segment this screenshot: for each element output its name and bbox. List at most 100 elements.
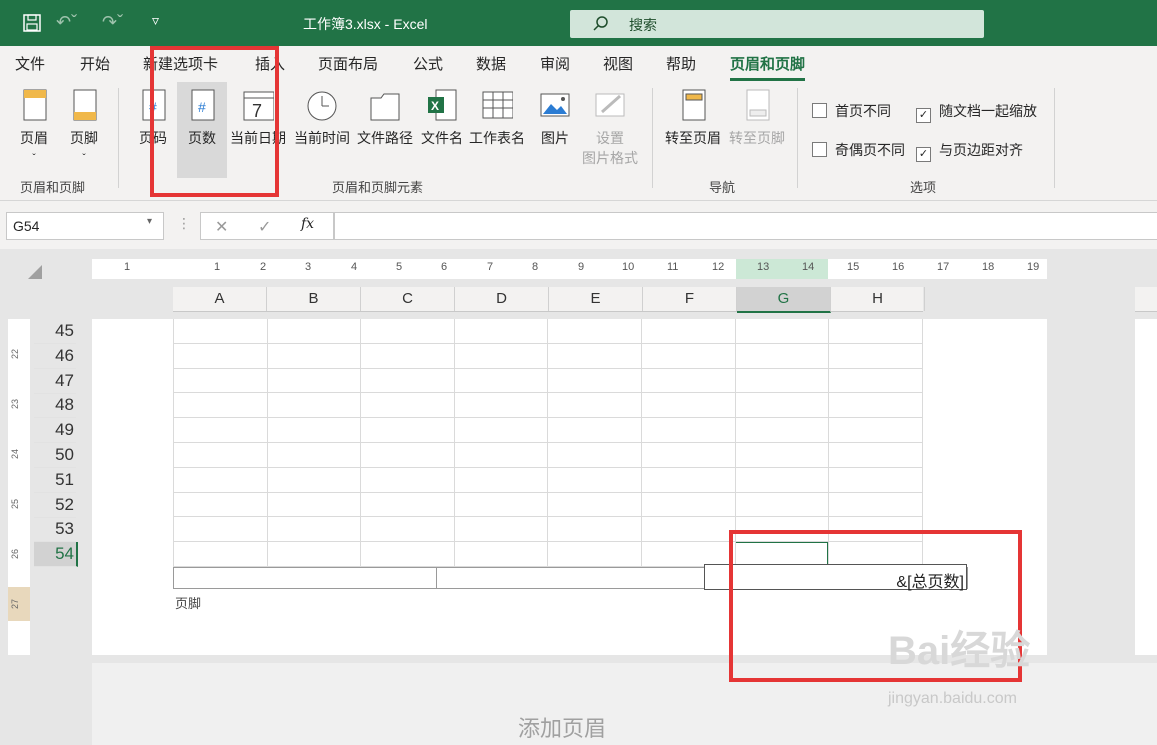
ruler-tick-label: 12 (712, 261, 725, 273)
ruler-tick-label: 10 (622, 261, 635, 273)
tab-data[interactable]: 数据 (476, 53, 506, 74)
group-label-elements: 页眉和页脚元素 (332, 180, 424, 195)
horizontal-ruler: 1 1 2 3 4 5 6 7 8 9 10 11 12 13 14 15 16 17 18 19 (92, 259, 1047, 279)
ruler-tick-label: 15 (847, 261, 860, 273)
picture-label: 图片 (541, 130, 569, 146)
tab-page-layout[interactable]: 页面布局 (318, 53, 378, 74)
sheet-name-button[interactable]: 工作表名 (467, 88, 527, 148)
header-button[interactable]: 页眉 ˇ (14, 88, 54, 164)
tab-file[interactable]: 文件 (15, 53, 45, 74)
vruler-ticks: 22 23 24 25 26 27 (8, 319, 30, 655)
redo-icon[interactable]: ↷ˇ (102, 12, 123, 33)
ruler-tick-label: 14 (802, 261, 815, 273)
column-header-h[interactable]: H (831, 287, 925, 311)
ruler-tick-label: 17 (937, 261, 950, 273)
checkbox[interactable] (812, 103, 827, 118)
file-name-label: 文件名 (421, 130, 463, 146)
goto-header-icon (682, 89, 706, 121)
option-label: 随文档一起缩放 (939, 103, 1037, 119)
row-header-54[interactable]: 54 (34, 542, 78, 568)
row-header-46[interactable]: 46 (34, 344, 76, 369)
picture-icon (540, 93, 570, 117)
customize-toolbar-icon[interactable]: ▿ (152, 12, 159, 29)
folder-icon (370, 93, 400, 121)
ruler-ticks: 1 1 2 3 4 5 6 7 8 9 10 11 12 13 14 15 16 17 18 19 (92, 259, 1047, 279)
tab-help[interactable]: 帮助 (666, 53, 696, 74)
file-path-button[interactable]: 文件路径 (355, 88, 415, 148)
row-header-52[interactable]: 52 (34, 493, 76, 518)
tab-review[interactable]: 审阅 (540, 53, 570, 74)
format-picture-button[interactable]: 设置 图片格式 (580, 88, 640, 168)
checkbox-checked[interactable]: ✓ (916, 147, 931, 162)
goto-header-label: 转至页眉 (665, 130, 721, 146)
option-scale-with-document[interactable]: ✓ 随文档一起缩放 (916, 101, 1037, 123)
file-name-button[interactable]: X 文件名 (419, 88, 465, 148)
formula-input[interactable] (334, 212, 1157, 240)
row-header-49[interactable]: 49 (34, 418, 76, 444)
checkbox-checked[interactable]: ✓ (916, 108, 931, 123)
vruler-tick-label: 27 (10, 598, 21, 610)
grid-line (173, 319, 174, 567)
column-headers: ABCDEFGH (173, 287, 925, 313)
option-different-odd-even[interactable]: 奇偶页不同 (812, 140, 905, 160)
vertical-ruler: 22 23 24 25 26 27 (8, 319, 30, 655)
ruler-tick-label: 2 (260, 261, 267, 273)
search-box[interactable]: 搜索 (570, 10, 984, 38)
group-label-navigation: 导航 (709, 180, 736, 195)
column-header-g[interactable]: G (737, 287, 831, 313)
sheet-name-label: 工作表名 (469, 130, 525, 146)
footer-label: 页脚 (175, 596, 202, 611)
file-path-label: 文件路径 (357, 130, 413, 146)
goto-header-button[interactable]: 转至页眉 (662, 88, 724, 148)
header-icon (23, 89, 47, 121)
goto-footer-button[interactable]: 转至页脚 (726, 88, 788, 148)
footer-divider (436, 568, 437, 588)
formula-bar: G54 ▾ ⋮ ✕ ✓ fx (0, 201, 1157, 249)
current-time-button[interactable]: 当前时间 (292, 88, 352, 148)
undo-icon[interactable]: ↶ˇ (56, 12, 77, 33)
chevron-down-icon[interactable]: ▾ (147, 216, 152, 227)
option-different-first-page[interactable]: 首页不同 (812, 101, 891, 121)
footer-button[interactable]: 页脚 ˇ (64, 88, 104, 164)
option-align-with-margins[interactable]: ✓ 与页边距对齐 (916, 140, 1023, 162)
row-header-45[interactable]: 45 (34, 319, 76, 344)
insert-function-icon[interactable]: fx (301, 216, 314, 232)
column-header-b[interactable]: B (267, 287, 361, 311)
current-time-label: 当前时间 (294, 130, 350, 146)
row-header-51[interactable]: 51 (34, 468, 76, 493)
column-header-e[interactable]: E (549, 287, 643, 311)
cancel-icon[interactable]: ✕ (215, 217, 228, 237)
save-icon[interactable] (22, 13, 42, 33)
select-all-icon[interactable] (24, 263, 44, 281)
column-header-a[interactable]: A (173, 287, 267, 311)
tab-home[interactable]: 开始 (80, 53, 110, 74)
vruler-tick-label: 26 (10, 548, 21, 560)
column-header-d[interactable]: D (455, 287, 549, 311)
group-label-header-footer: 页眉和页脚 (20, 180, 86, 195)
group-separator (797, 88, 798, 188)
vruler-tick-label: 23 (10, 398, 21, 410)
column-header-f[interactable]: F (643, 287, 737, 311)
goto-footer-icon (746, 89, 770, 121)
row-header-48[interactable]: 48 (34, 393, 76, 419)
name-box[interactable]: G54 ▾ (6, 212, 164, 240)
enter-icon[interactable]: ✓ (258, 217, 271, 237)
picture-button[interactable]: 图片 (535, 88, 575, 148)
row-header-50[interactable]: 50 (34, 443, 76, 468)
tab-header-footer[interactable]: 页眉和页脚 (730, 53, 806, 81)
footer-icon (73, 89, 97, 121)
row-header-47[interactable]: 47 (34, 369, 76, 394)
column-header-c[interactable]: C (361, 287, 455, 311)
search-icon (593, 16, 608, 31)
ruler-tick-label: 13 (757, 261, 770, 273)
ruler-tick-label: 9 (578, 261, 585, 273)
add-header-placeholder[interactable]: 添加页眉 (518, 711, 606, 743)
ruler-tick-label: 18 (982, 261, 995, 273)
tab-formulas[interactable]: 公式 (413, 53, 443, 74)
name-box-value: G54 (13, 218, 40, 234)
ruler-tick-label: 16 (892, 261, 905, 273)
row-header-53[interactable]: 53 (34, 517, 76, 543)
grid-line (360, 319, 362, 567)
checkbox[interactable] (812, 142, 827, 157)
tab-view[interactable]: 视图 (603, 53, 633, 74)
